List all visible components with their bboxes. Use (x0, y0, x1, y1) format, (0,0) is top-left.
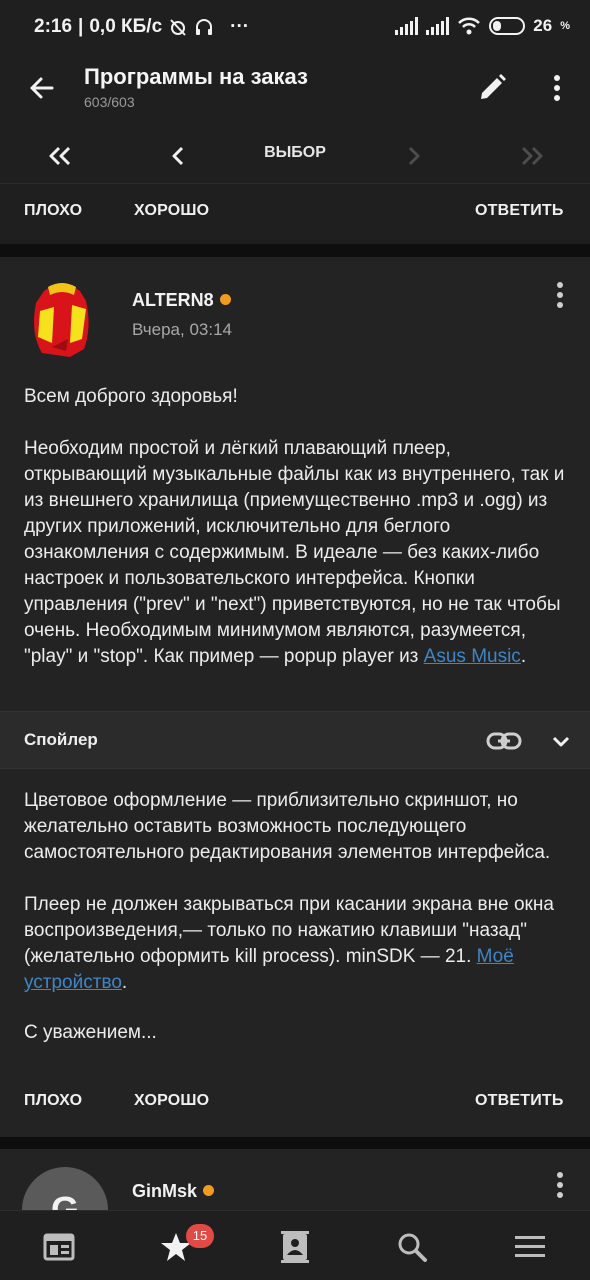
prev-post-actions: ПЛОХО ХОРОШО ОТВЕТИТЬ (0, 184, 590, 240)
post-text-3-body: Плеер не должен закрываться при касании … (24, 894, 554, 967)
more-vert-icon (557, 282, 563, 308)
pencil-icon (481, 74, 506, 99)
post-text-2: Цветовое оформление — приблизительно скр… (24, 790, 551, 863)
status-bar: 2:16 | 0,0 КБ/с ··· 26 % (0, 0, 590, 56)
spoiler-header[interactable]: Спойлер (0, 711, 590, 769)
author-name: GinMsk (132, 1181, 198, 1201)
chevron-down-icon (552, 736, 570, 747)
bad-button[interactable]: ПЛОХО (24, 1092, 82, 1110)
bad-button[interactable]: ПЛОХО (24, 202, 82, 220)
status-right: 26 % (395, 16, 570, 36)
next-page-button[interactable] (394, 136, 434, 176)
favorites-badge: 15 (186, 1224, 214, 1248)
post-closing: С уважением... (24, 1022, 157, 1043)
status-divider: | (78, 16, 84, 37)
status-network-speed: 0,0 КБ/с (89, 16, 163, 37)
good-button[interactable]: ХОРОШО (134, 202, 209, 220)
post-greeting: Всем доброго здоровья! (24, 386, 238, 407)
first-page-button[interactable] (40, 136, 80, 176)
reply-button[interactable]: ОТВЕТИТЬ (475, 1092, 564, 1110)
alarm-off-icon (170, 19, 186, 36)
cell-signal-2-icon (426, 17, 450, 35)
double-chevron-left-icon (49, 146, 71, 166)
post-text-3-end: . (121, 972, 128, 993)
spoiler-link-button[interactable] (485, 726, 523, 756)
page-navigator: ВЫБОР (0, 126, 590, 184)
more-options-button[interactable] (540, 68, 574, 108)
post-actions: ПЛОХО ХОРОШО ОТВЕТИТЬ (0, 1074, 590, 1130)
chevron-right-icon (408, 146, 420, 166)
avatar[interactable]: G (22, 1167, 108, 1210)
backpack-avatar-icon (34, 283, 89, 357)
post-date: Вчера, 03:14 (132, 320, 232, 339)
nav-news[interactable] (41, 1229, 77, 1265)
bottom-navigation: 15 (0, 1210, 590, 1280)
author-name: ALTERN8 (132, 290, 214, 310)
post-paragraph-text: Необходим простой и лёгкий плавающий пле… (24, 438, 565, 667)
cell-signal-icon (395, 17, 419, 35)
post-paragraph: Необходим простой и лёгкий плавающий пле… (24, 436, 572, 670)
post-text-3: Плеер не должен закрываться при касании … (24, 892, 572, 996)
status-time: 2:16 (34, 16, 73, 37)
post-more-button[interactable] (546, 279, 574, 315)
asus-music-link[interactable]: Asus Music (424, 646, 521, 667)
back-button[interactable] (24, 68, 64, 108)
wifi-icon (458, 17, 481, 35)
contacts-icon (281, 1231, 309, 1263)
search-icon (398, 1233, 427, 1262)
avatar-letter: G (50, 1189, 79, 1210)
forum-post: G GinMsk (0, 1149, 590, 1210)
post-author[interactable]: ALTERN8 (132, 290, 231, 311)
page-title: Программы на заказ (84, 64, 308, 89)
status-left: 2:16 | 0,0 КБ/с ··· (34, 16, 249, 38)
spoiler-toggle-button[interactable] (546, 728, 576, 756)
post-author[interactable]: GinMsk (132, 1181, 215, 1202)
last-page-button[interactable] (512, 136, 552, 176)
more-vert-icon (557, 1172, 563, 1198)
forum-post: ALTERN8 Вчера, 03:14 Всем доброго здоров… (0, 257, 590, 1137)
app-bar: Программы на заказ 603/603 (0, 56, 590, 126)
nav-menu[interactable] (512, 1229, 548, 1265)
edit-button[interactable] (472, 68, 512, 108)
more-vert-icon (554, 75, 560, 101)
avatar[interactable] (22, 277, 112, 361)
link-icon (486, 732, 522, 750)
chevron-left-icon (172, 146, 184, 166)
page-subtitle: 603/603 (84, 94, 135, 110)
online-indicator (219, 294, 231, 305)
battery-icon (489, 17, 526, 35)
spoiler-title: Спойлер (24, 730, 98, 749)
post-separator (0, 244, 590, 257)
post-paragraph-end: . (520, 646, 527, 667)
page-select-button[interactable]: ВЫБОР (230, 144, 360, 162)
headphones-icon (196, 19, 213, 35)
battery-percent-sign: % (560, 20, 570, 32)
online-indicator (203, 1185, 215, 1196)
status-more-dots: ··· (230, 16, 250, 37)
nav-search[interactable] (394, 1229, 430, 1265)
nav-contacts[interactable] (277, 1229, 313, 1265)
news-feed-icon (43, 1233, 75, 1261)
post-separator (0, 1137, 590, 1149)
post-more-button[interactable] (546, 1169, 574, 1205)
battery-level: 26 (533, 16, 553, 35)
good-button[interactable]: ХОРОШО (134, 1092, 209, 1110)
arrow-back-icon (30, 77, 54, 99)
prev-page-button[interactable] (158, 136, 198, 176)
double-chevron-right-icon (521, 146, 543, 166)
reply-button[interactable]: ОТВЕТИТЬ (475, 202, 564, 220)
menu-icon (515, 1236, 545, 1257)
